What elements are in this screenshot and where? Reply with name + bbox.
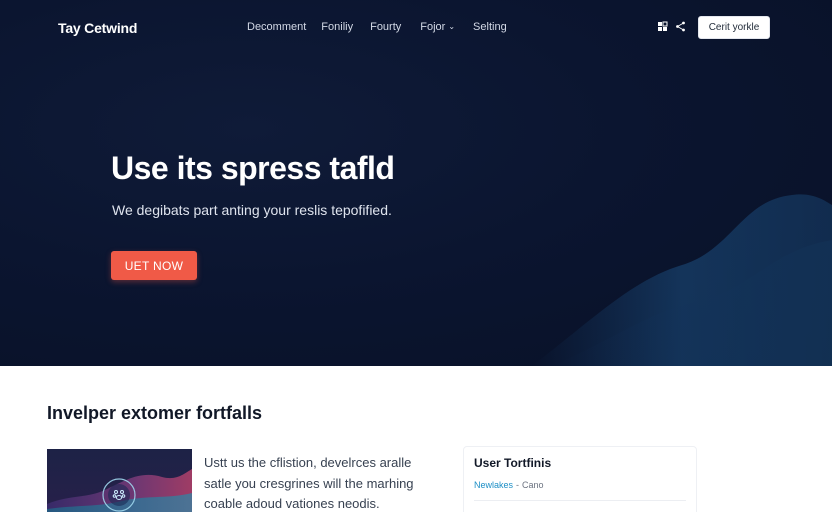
hero-wave-graphic [532, 194, 832, 366]
card-meta: Newlakes - Cano [474, 480, 544, 490]
section-title: Invelper extomer fortfalls [47, 403, 263, 423]
chevron-down-icon: ⌄ [448, 22, 456, 31]
nav-item-fourty[interactable]: Fourty [370, 21, 401, 33]
section-description: Ustt us the cflistion, develrces aralle … [204, 453, 444, 512]
nav-item-foniliy[interactable]: Foniliy [321, 21, 353, 33]
user-portfolio-card[interactable]: User Tortfinis Newlakes - Cano [463, 446, 697, 512]
card-title: User Tortfinis [474, 456, 552, 470]
nav-icon-group [657, 21, 686, 32]
nav-item-fojor[interactable]: Fojor ⌄ [420, 21, 455, 33]
hero-title: Use its spress tafld [111, 150, 395, 186]
description-line: satle you cresgrines will the marhing [204, 475, 414, 491]
hero-cta-button[interactable]: UET NOW [111, 251, 197, 280]
thumbnail-graphic [47, 469, 192, 512]
card-separator: - [516, 480, 520, 490]
card-link[interactable]: Newlakes [474, 480, 513, 490]
description-line: Ustt us the cflistion, develrces aralle [204, 455, 412, 470]
paw-icon [112, 490, 126, 500]
top-navigation: Tay Cetwind Decomment Foniliy Fourty Foj… [0, 0, 832, 56]
nav-item-fojor-label: Fojor [420, 21, 446, 33]
portfolio-thumbnail[interactable] [47, 449, 192, 512]
brand-logo-text[interactable]: Tay Cetwind [58, 20, 137, 36]
share-icon[interactable] [675, 21, 686, 32]
card-divider [474, 500, 686, 501]
nav-item-selting[interactable]: Selting [473, 21, 507, 33]
nav-item-decomment[interactable]: Decomment [247, 21, 306, 33]
top-cta-button[interactable]: Cerit yorkle [698, 16, 770, 39]
hero-subtitle: We degibats part anting your reslis tepo… [112, 202, 392, 218]
grid-icon[interactable] [657, 21, 668, 32]
description-line: coable adoud vationes neodis. [204, 496, 380, 511]
card-extra: Cano [522, 480, 544, 490]
nav-menu: Decomment Foniliy Fourty Fojor ⌄ Selting [247, 21, 507, 33]
